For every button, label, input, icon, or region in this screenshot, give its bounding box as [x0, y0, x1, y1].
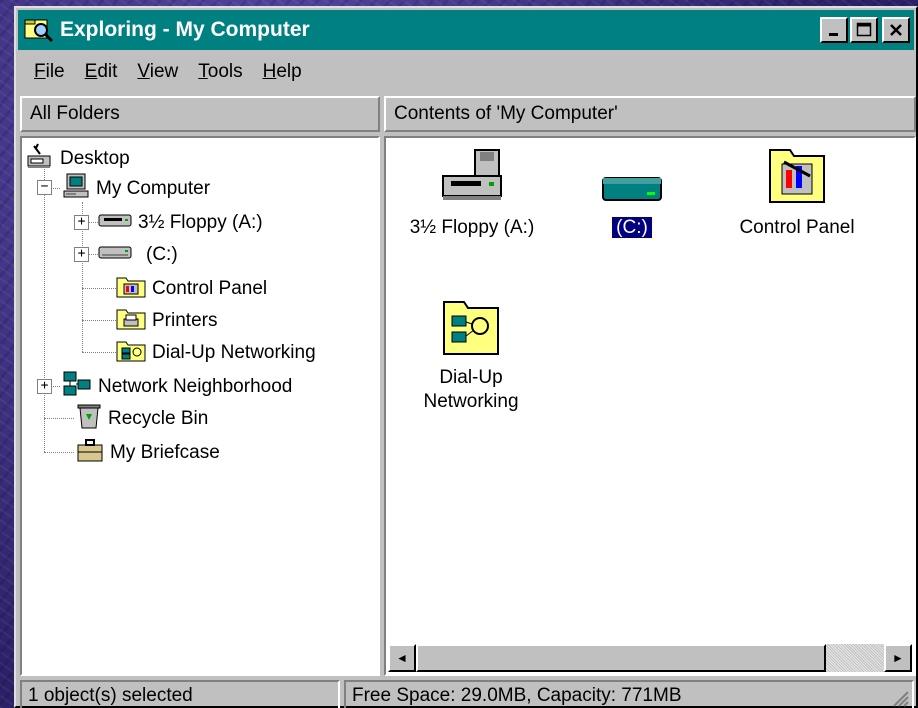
hard-drive-icon — [597, 148, 667, 208]
menu-tools[interactable]: Tools — [198, 61, 242, 83]
tree-item-dialup-networking[interactable]: Dial-Up Networking — [116, 338, 316, 368]
horizontal-scrollbar[interactable]: ◄ ► — [388, 644, 912, 672]
minimize-icon — [829, 33, 838, 36]
hard-drive-icon — [98, 242, 132, 268]
contents-header: Contents of 'My Computer' — [384, 96, 916, 132]
content-item-c-drive[interactable]: (C:) — [582, 148, 682, 240]
menu-edit[interactable]: Edit — [85, 61, 118, 83]
status-disk-space: Free Space: 29.0MB, Capacity: 771MB — [344, 680, 914, 708]
menu-help[interactable]: Help — [263, 61, 302, 83]
explorer-window: Exploring - My Computer File Edit View T… — [14, 6, 918, 708]
right-arrow-icon: ► — [892, 651, 904, 665]
tree-item-desktop[interactable]: Desktop — [26, 142, 130, 176]
briefcase-icon — [76, 437, 104, 469]
desktop-icon — [26, 142, 54, 176]
minimize-button[interactable] — [820, 17, 848, 43]
tree-line — [82, 320, 116, 321]
tree-line — [44, 418, 74, 419]
printers-icon — [116, 306, 146, 336]
menu-file[interactable]: File — [34, 61, 65, 83]
dialup-networking-icon — [116, 338, 146, 368]
title-bar[interactable]: Exploring - My Computer — [18, 10, 914, 50]
tree-line — [82, 288, 116, 289]
dialup-networking-icon — [436, 298, 506, 358]
tree-expand-toggle[interactable]: + — [74, 215, 89, 230]
tree-line — [44, 164, 45, 452]
control-panel-icon — [762, 144, 832, 208]
close-icon — [890, 24, 902, 36]
tree-item-printers[interactable]: Printers — [116, 306, 217, 336]
tree-item-my-briefcase[interactable]: My Briefcase — [76, 438, 220, 468]
floppy-drive-icon — [98, 210, 132, 236]
tree-item-my-computer[interactable]: My Computer — [62, 172, 210, 206]
folder-tree[interactable]: Desktop − My Computer + 3½ Floppy (A:) +… — [20, 136, 380, 676]
tree-item-control-panel[interactable]: Control Panel — [116, 274, 267, 304]
recycle-bin-icon — [76, 402, 102, 436]
maximize-icon — [856, 22, 872, 37]
contents-pane[interactable]: 3½ Floppy (A:) (C:) Control Panel Dial-U… — [384, 136, 916, 676]
window-title: Exploring - My Computer — [60, 18, 310, 41]
tree-line — [82, 352, 116, 353]
all-folders-header: All Folders — [20, 96, 380, 132]
tree-collapse-toggle[interactable]: − — [37, 180, 52, 195]
close-button[interactable] — [882, 17, 910, 43]
content-item-control-panel[interactable]: Control Panel — [712, 144, 882, 240]
scroll-thumb[interactable] — [416, 644, 826, 672]
tree-item-c-drive[interactable]: (C:) — [98, 240, 178, 270]
control-panel-icon — [116, 274, 146, 304]
status-selection: 1 object(s) selected — [20, 680, 340, 708]
scroll-right-button[interactable]: ► — [884, 644, 912, 672]
resize-grip-icon[interactable] — [890, 688, 910, 708]
computer-icon — [62, 172, 90, 206]
content-item-dialup-networking[interactable]: Dial-Up Networking — [396, 298, 546, 414]
network-neighborhood-icon — [62, 370, 92, 404]
tree-item-floppy[interactable]: 3½ Floppy (A:) — [98, 208, 263, 238]
scroll-left-button[interactable]: ◄ — [388, 644, 416, 672]
tree-line — [44, 452, 74, 453]
maximize-button[interactable] — [850, 17, 878, 43]
menu-view[interactable]: View — [137, 61, 178, 83]
floppy-drive-icon — [437, 148, 507, 208]
tree-expand-toggle[interactable]: + — [74, 247, 89, 262]
left-arrow-icon: ◄ — [396, 651, 408, 665]
content-item-floppy[interactable]: 3½ Floppy (A:) — [392, 148, 552, 240]
tree-item-network-neighborhood[interactable]: Network Neighborhood — [62, 370, 292, 404]
explorer-app-icon[interactable] — [24, 17, 54, 43]
menu-bar: File Edit View Tools Help — [18, 54, 914, 90]
tree-item-recycle-bin[interactable]: Recycle Bin — [76, 404, 208, 434]
tree-expand-toggle[interactable]: + — [37, 379, 52, 394]
